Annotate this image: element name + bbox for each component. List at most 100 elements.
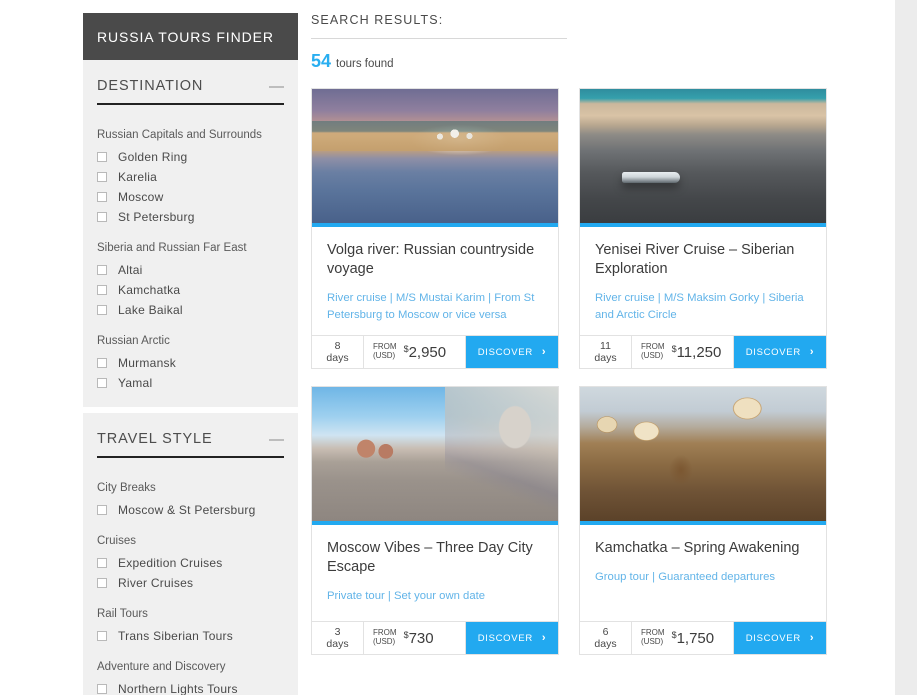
filter-section-travel-style: TRAVEL STYLE — City Breaks Moscow & St P… bbox=[83, 413, 298, 695]
checkbox[interactable] bbox=[97, 378, 107, 388]
checkbox[interactable] bbox=[97, 558, 107, 568]
filter-option-moscow[interactable]: Moscow bbox=[83, 187, 298, 207]
filter-option-river-cruises[interactable]: River Cruises bbox=[83, 573, 298, 593]
tour-title[interactable]: Kamchatka – Spring Awakening bbox=[595, 539, 811, 558]
chevron-right-icon: › bbox=[809, 632, 815, 644]
discover-label: DISCOVER bbox=[745, 632, 801, 644]
tour-duration: 3 days bbox=[312, 622, 364, 654]
discover-button[interactable]: DISCOVER › bbox=[466, 622, 558, 654]
discover-button[interactable]: DISCOVER › bbox=[734, 336, 826, 368]
chevron-right-icon: › bbox=[541, 632, 547, 644]
option-label: Expedition Cruises bbox=[118, 556, 223, 570]
tour-duration: 11 days bbox=[580, 336, 632, 368]
monastery-sunset-photo[interactable] bbox=[312, 89, 558, 223]
tour-card[interactable]: Kamchatka – Spring Awakening Group tour … bbox=[579, 386, 827, 655]
results-count-row: 54 tours found bbox=[311, 39, 827, 72]
tour-meta[interactable]: River cruise | M/S Maksim Gorky | Siberi… bbox=[595, 290, 811, 323]
tour-title[interactable]: Yenisei River Cruise – Siberian Explorat… bbox=[595, 241, 811, 279]
price-amount: 2,950 bbox=[408, 343, 447, 361]
tour-price: $730 bbox=[404, 630, 434, 647]
filter-option-lake-baikal[interactable]: Lake Baikal bbox=[83, 300, 298, 320]
filter-section-destination: DESTINATION — Russian Capitals and Surro… bbox=[83, 60, 298, 407]
filter-option-expedition-cruises[interactable]: Expedition Cruises bbox=[83, 553, 298, 573]
checkbox[interactable] bbox=[97, 172, 107, 182]
tour-price-block: FROM (USD) $11,250 bbox=[632, 336, 734, 368]
tour-card[interactable]: Moscow Vibes – Three Day City Escape Pri… bbox=[311, 386, 559, 655]
checkbox[interactable] bbox=[97, 212, 107, 222]
duration-value: 3 bbox=[334, 625, 341, 638]
discover-button[interactable]: DISCOVER › bbox=[466, 336, 558, 368]
minus-icon[interactable]: — bbox=[269, 79, 284, 94]
tour-duration: 8 days bbox=[312, 336, 364, 368]
red-square-tourist-photo[interactable] bbox=[312, 387, 558, 521]
filter-option-moscow-st-petersburg[interactable]: Moscow & St Petersburg bbox=[83, 500, 298, 520]
river-ship-sandbar-photo[interactable] bbox=[580, 89, 826, 223]
from-label-line1: FROM bbox=[641, 342, 665, 352]
kamchatka-drummers-photo[interactable] bbox=[580, 387, 826, 521]
filter-option-murmansk[interactable]: Murmansk bbox=[83, 353, 298, 373]
checkbox[interactable] bbox=[97, 192, 107, 202]
group-label: Siberia and Russian Far East bbox=[97, 242, 247, 254]
tour-card[interactable]: Volga river: Russian countryside voyage … bbox=[311, 88, 559, 369]
finder-title-bar: RUSSIA TOURS FINDER bbox=[83, 13, 298, 60]
page-root: RUSSIA TOURS FINDER DESTINATION — Russia… bbox=[0, 0, 917, 695]
option-label: Lake Baikal bbox=[118, 303, 183, 317]
chevron-right-icon: › bbox=[809, 346, 815, 358]
checkbox[interactable] bbox=[97, 285, 107, 295]
tour-title[interactable]: Volga river: Russian countryside voyage bbox=[327, 241, 543, 279]
discover-label: DISCOVER bbox=[477, 632, 533, 644]
option-label: Moscow bbox=[118, 190, 164, 204]
filter-option-yamal[interactable]: Yamal bbox=[83, 373, 298, 393]
tour-card-body: Moscow Vibes – Three Day City Escape Pri… bbox=[312, 525, 558, 621]
tour-meta[interactable]: Group tour | Guaranteed departures bbox=[595, 569, 811, 585]
from-label: FROM (USD) bbox=[373, 342, 397, 361]
group-label: Adventure and Discovery bbox=[97, 661, 226, 673]
results-header-area: SEARCH RESULTS: 54 tours found bbox=[311, 13, 827, 72]
tour-card[interactable]: Yenisei River Cruise – Siberian Explorat… bbox=[579, 88, 827, 369]
price-amount: 11,250 bbox=[676, 343, 722, 361]
results-count-label: tours found bbox=[336, 58, 394, 70]
travel-style-header[interactable]: TRAVEL STYLE — bbox=[83, 413, 298, 467]
checkbox[interactable] bbox=[97, 578, 107, 588]
chevron-right-icon: › bbox=[541, 346, 547, 358]
option-label: Karelia bbox=[118, 170, 158, 184]
filter-option-karelia[interactable]: Karelia bbox=[83, 167, 298, 187]
tour-price: $1,750 bbox=[672, 630, 715, 647]
checkbox[interactable] bbox=[97, 631, 107, 641]
from-label-line2: (USD) bbox=[641, 637, 664, 646]
discover-label: DISCOVER bbox=[745, 346, 801, 358]
tour-meta[interactable]: River cruise | M/S Mustai Karim | From S… bbox=[327, 290, 543, 323]
travel-style-title: TRAVEL STYLE bbox=[97, 431, 213, 447]
filter-option-kamchatka[interactable]: Kamchatka bbox=[83, 280, 298, 300]
checkbox[interactable] bbox=[97, 505, 107, 515]
filter-option-altai[interactable]: Altai bbox=[83, 260, 298, 280]
checkbox[interactable] bbox=[97, 305, 107, 315]
tour-title[interactable]: Moscow Vibes – Three Day City Escape bbox=[327, 539, 543, 577]
tour-meta[interactable]: Private tour | Set your own date bbox=[327, 588, 543, 604]
duration-unit: days bbox=[594, 352, 617, 364]
checkbox[interactable] bbox=[97, 684, 107, 694]
group-label: Rail Tours bbox=[97, 608, 148, 620]
filter-option-golden-ring[interactable]: Golden Ring bbox=[83, 147, 298, 167]
tour-duration: 6 days bbox=[580, 622, 632, 654]
discover-button[interactable]: DISCOVER › bbox=[734, 622, 826, 654]
checkbox[interactable] bbox=[97, 358, 107, 368]
option-label: Golden Ring bbox=[118, 150, 188, 164]
tour-price: $11,250 bbox=[672, 344, 722, 361]
from-label-line1: FROM bbox=[373, 628, 397, 638]
from-label: FROM (USD) bbox=[641, 342, 665, 361]
destination-header[interactable]: DESTINATION — bbox=[83, 60, 298, 114]
from-label-line2: (USD) bbox=[373, 351, 396, 360]
checkbox[interactable] bbox=[97, 265, 107, 275]
tour-card-grid: Volga river: Russian countryside voyage … bbox=[311, 88, 827, 655]
results-heading: SEARCH RESULTS: bbox=[311, 13, 567, 39]
filter-option-st-petersburg[interactable]: St Petersburg bbox=[83, 207, 298, 227]
filter-option-trans-siberian-tours[interactable]: Trans Siberian Tours bbox=[83, 626, 298, 646]
checkbox[interactable] bbox=[97, 152, 107, 162]
from-label-line2: (USD) bbox=[373, 637, 396, 646]
group-label: Cruises bbox=[97, 535, 136, 547]
tour-price: $2,950 bbox=[404, 344, 447, 361]
minus-icon[interactable]: — bbox=[269, 432, 284, 447]
filter-option-northern-lights-tours[interactable]: Northern Lights Tours bbox=[83, 679, 298, 695]
from-label-line2: (USD) bbox=[641, 351, 664, 360]
